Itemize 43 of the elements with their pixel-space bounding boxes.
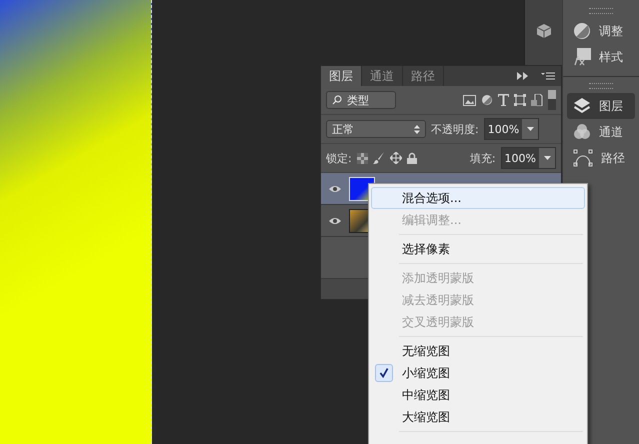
lock-icon[interactable] [406, 152, 417, 164]
menu-item[interactable]: 中缩览图 [371, 384, 585, 406]
transform-icon[interactable] [514, 94, 526, 106]
dock-item[interactable]: 调整 [567, 18, 635, 44]
menu-item[interactable]: 选择像素 [371, 238, 585, 260]
menu-item[interactable]: 大缩览图 [371, 406, 585, 428]
lock-label: 锁定: [326, 150, 352, 166]
dock-item[interactable]: 图层 [567, 93, 635, 119]
channels-icon [573, 123, 591, 141]
brush-icon[interactable] [372, 152, 385, 164]
search-icon [332, 95, 342, 105]
text-icon[interactable] [498, 94, 509, 106]
dock-item[interactable]: 路径 [567, 145, 635, 171]
eye-icon[interactable] [329, 216, 341, 224]
cube-icon[interactable] [536, 24, 550, 38]
opacity-field[interactable]: 100% [484, 118, 540, 140]
menu-item[interactable]: 无缩览图 [371, 340, 585, 362]
filter-toggle[interactable] [548, 90, 556, 110]
half-circle-icon [573, 22, 591, 40]
blend-mode-dropdown[interactable]: 正常 [326, 120, 426, 138]
dock-item[interactable]: 通道 [567, 119, 635, 145]
checker-icon[interactable] [356, 152, 368, 164]
menu-item[interactable]: 混合选项... [371, 187, 585, 209]
fill-label: 填充: [470, 150, 496, 166]
dock-item[interactable]: 样式 [567, 44, 635, 70]
fill-field[interactable]: 100% [500, 147, 556, 169]
dropdown-arrow-icon[interactable] [544, 156, 550, 160]
panel-tab[interactable]: 路径 [403, 66, 444, 86]
filter-dropdown[interactable]: 类型 [326, 91, 396, 109]
panel-tab[interactable]: 通道 [362, 66, 403, 86]
pen-path-icon [573, 149, 593, 167]
fx-icon [573, 48, 591, 66]
dropdown-arrow-icon[interactable] [526, 127, 534, 131]
smart-object-icon[interactable] [531, 94, 543, 106]
layers-icon [573, 97, 591, 115]
updown-arrow-icon [414, 124, 420, 134]
image-icon[interactable] [463, 94, 476, 106]
opacity-label: 不透明度: [431, 122, 479, 136]
menu-item[interactable]: 小缩览图 [371, 362, 585, 384]
eye-icon[interactable] [329, 184, 341, 192]
panel-tab[interactable]: 图层 [321, 66, 362, 86]
move-icon[interactable] [390, 152, 402, 164]
half-circle-icon[interactable] [481, 94, 493, 106]
